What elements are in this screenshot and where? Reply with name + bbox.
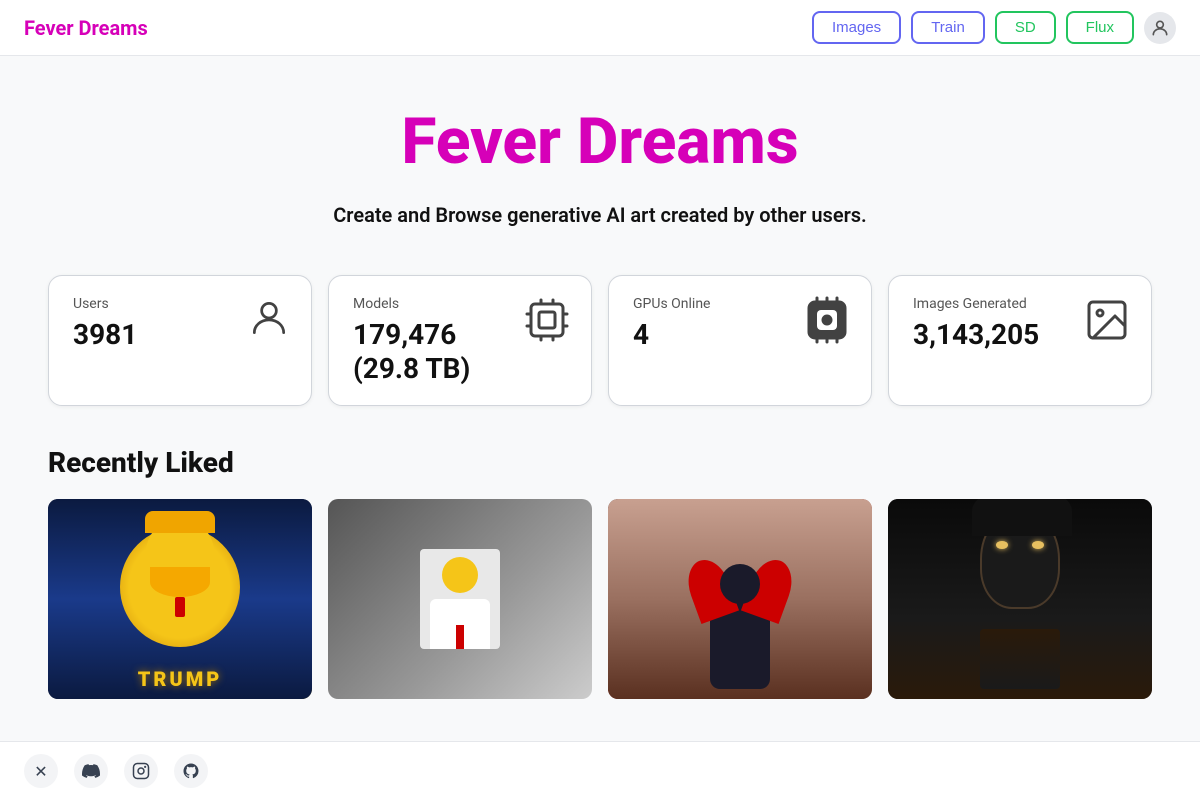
- stat-gpus-value: 4: [633, 318, 710, 352]
- nav-flux-button[interactable]: Flux: [1066, 11, 1134, 44]
- nav-images-button[interactable]: Images: [812, 11, 901, 44]
- nav-actions: Images Train SD Flux: [812, 11, 1176, 44]
- hero-title: Fever Dreams: [24, 104, 1176, 179]
- liked-image-1[interactable]: TRUMP: [48, 499, 312, 699]
- navbar: Fever Dreams Images Train SD Flux: [0, 0, 1200, 56]
- nav-logo[interactable]: Fever Dreams: [24, 16, 148, 40]
- liked-image-3[interactable]: [608, 499, 872, 699]
- stats-grid: Users 3981 Models 179,476 (29.8 TB): [0, 275, 1200, 446]
- nav-train-button[interactable]: Train: [911, 11, 985, 44]
- users-icon: [247, 296, 291, 349]
- nav-avatar[interactable]: [1144, 12, 1176, 44]
- stat-models-label: Models: [353, 296, 523, 312]
- image-grid: TRUMP: [48, 499, 1152, 699]
- liked-image-2[interactable]: [328, 499, 592, 699]
- images-icon: [1083, 296, 1131, 353]
- stat-gpus-label: GPUs Online: [633, 296, 710, 312]
- hero-section: Fever Dreams Create and Browse generativ…: [0, 56, 1200, 275]
- recently-liked-title: Recently Liked: [48, 446, 1152, 479]
- stat-images-label: Images Generated: [913, 296, 1039, 312]
- stat-users: Users 3981: [48, 275, 312, 406]
- liked-image-4[interactable]: [888, 499, 1152, 699]
- stat-models-value: 179,476 (29.8 TB): [353, 318, 523, 385]
- models-icon: [523, 296, 571, 353]
- stat-models: Models 179,476 (29.8 TB): [328, 275, 592, 406]
- hero-subtitle: Create and Browse generative AI art crea…: [24, 203, 1176, 227]
- instagram-icon[interactable]: [124, 754, 158, 788]
- github-icon[interactable]: [174, 754, 208, 788]
- img1-label: TRUMP: [138, 667, 223, 691]
- stat-users-label: Users: [73, 296, 137, 312]
- footer: ✕: [0, 741, 1200, 800]
- discord-icon[interactable]: [74, 754, 108, 788]
- gpu-icon: [803, 296, 851, 353]
- recently-liked-section: Recently Liked TRUMP: [0, 446, 1200, 739]
- stat-images: Images Generated 3,143,205: [888, 275, 1152, 406]
- stat-images-value: 3,143,205: [913, 318, 1039, 352]
- stat-users-value: 3981: [73, 318, 137, 352]
- x-twitter-icon[interactable]: ✕: [24, 754, 58, 788]
- nav-sd-button[interactable]: SD: [995, 11, 1056, 44]
- stat-gpus: GPUs Online 4: [608, 275, 872, 406]
